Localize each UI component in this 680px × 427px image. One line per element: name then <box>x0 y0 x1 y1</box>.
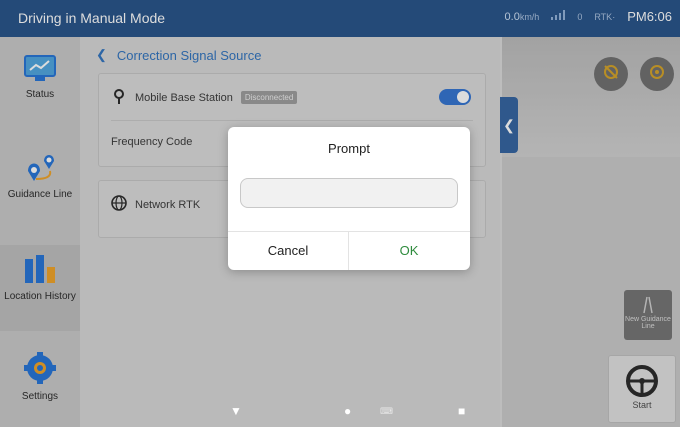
keyboard-icon[interactable]: ⌨ <box>380 406 393 417</box>
prompt-dialog: Prompt Cancel OK <box>228 127 470 270</box>
prompt-input[interactable] <box>240 178 458 208</box>
cancel-button[interactable]: Cancel <box>228 231 348 270</box>
back-nav-icon[interactable]: ▼ <box>230 404 242 418</box>
recents-nav-icon[interactable]: ■ <box>458 404 465 418</box>
ok-button[interactable]: OK <box>349 231 469 270</box>
home-nav-icon[interactable]: ● <box>344 404 351 418</box>
dialog-title: Prompt <box>328 141 370 156</box>
